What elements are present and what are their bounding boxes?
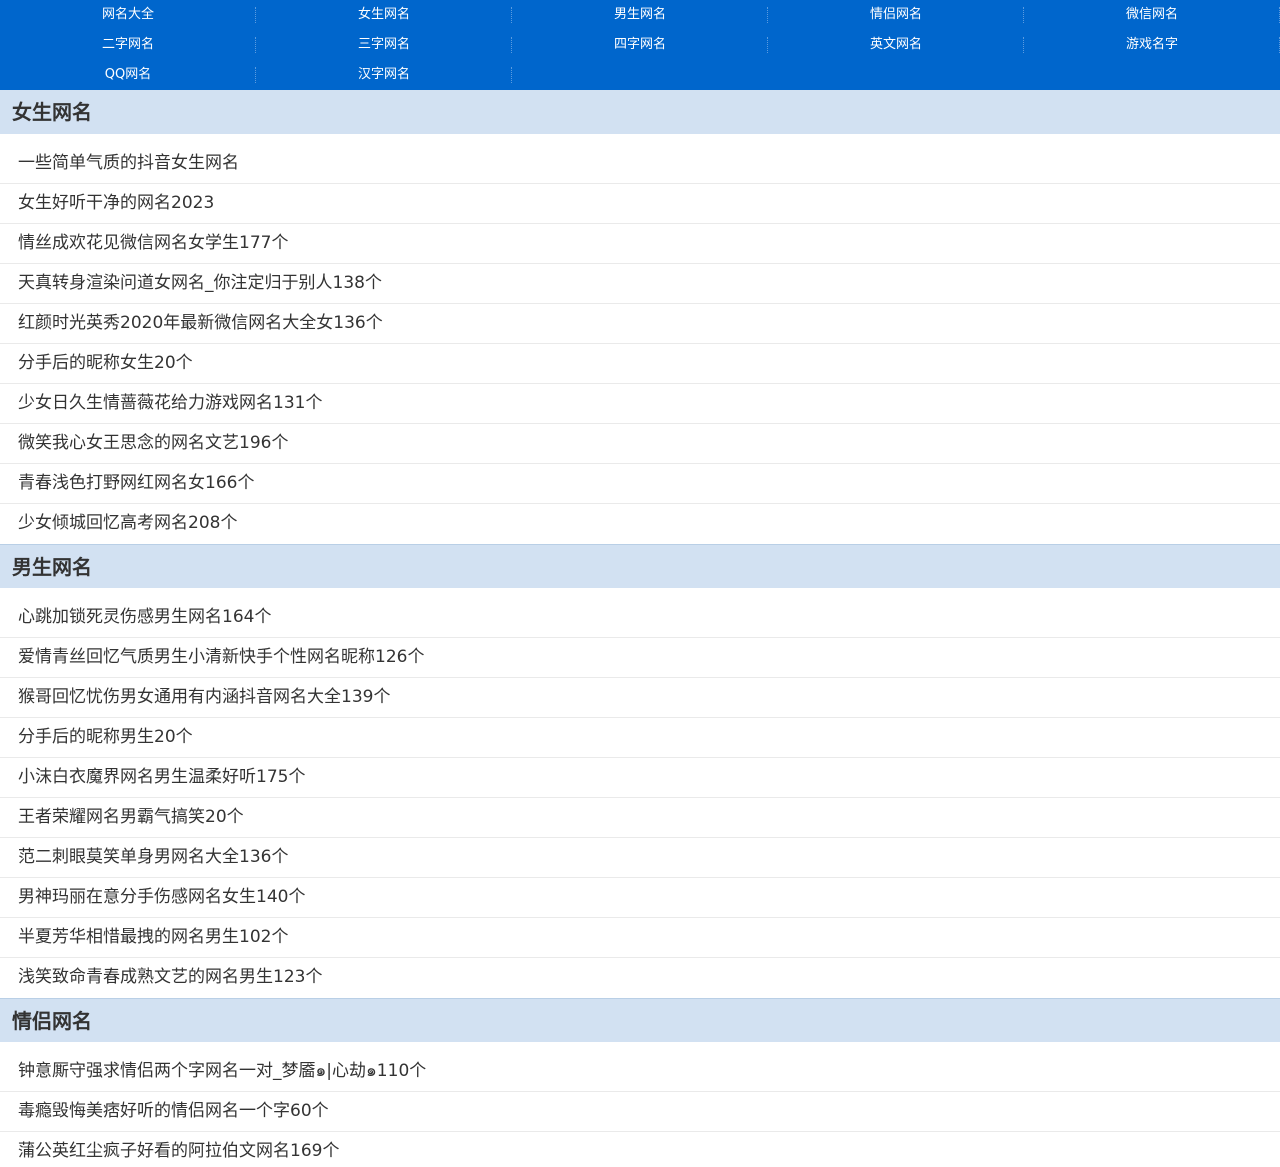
list-item[interactable]: 浅笑致命青春成熟文艺的网名男生123个 bbox=[0, 958, 1280, 998]
list-item[interactable]: 小沫白衣魔界网名男生温柔好听175个 bbox=[0, 758, 1280, 798]
section-title: 女生网名 bbox=[0, 90, 1280, 134]
list-item[interactable]: 爱情青丝回忆气质男生小清新快手个性网名昵称126个 bbox=[0, 638, 1280, 678]
nav-row: 二字网名 三字网名 四字网名 英文网名 游戏名字 bbox=[0, 30, 1280, 60]
top-navigation: 网名大全 女生网名 男生网名 情侣网名 微信网名 二字网名 三字网名 四字网名 … bbox=[0, 0, 1280, 90]
nav-link-sizi[interactable]: 四字网名 bbox=[512, 30, 768, 60]
section-nvsheng: 女生网名 一些简单气质的抖音女生网名 女生好听干净的网名2023 情丝成欢花见微… bbox=[0, 90, 1280, 544]
list-item[interactable]: 分手后的昵称男生20个 bbox=[0, 718, 1280, 758]
section-nansheng: 男生网名 心跳加锁死灵伤感男生网名164个 爱情青丝回忆气质男生小清新快手个性网… bbox=[0, 544, 1280, 998]
nav-link-qq[interactable]: QQ网名 bbox=[0, 60, 256, 90]
list-item[interactable]: 天真转身渲染问道女网名_你注定归于别人138个 bbox=[0, 264, 1280, 304]
list-item[interactable]: 微笑我心女王思念的网名文艺196个 bbox=[0, 424, 1280, 464]
nav-link-erzi[interactable]: 二字网名 bbox=[0, 30, 256, 60]
article-list: 一些简单气质的抖音女生网名 女生好听干净的网名2023 情丝成欢花见微信网名女学… bbox=[0, 134, 1280, 544]
nav-link-youxi[interactable]: 游戏名字 bbox=[1024, 30, 1280, 60]
list-item[interactable]: 红颜时光英秀2020年最新微信网名大全女136个 bbox=[0, 304, 1280, 344]
list-item[interactable]: 范二刺眼莫笑单身男网名大全136个 bbox=[0, 838, 1280, 878]
nav-link-weixin[interactable]: 微信网名 bbox=[1024, 0, 1280, 30]
nav-link-nansheng[interactable]: 男生网名 bbox=[512, 0, 768, 30]
list-item[interactable]: 情丝成欢花见微信网名女学生177个 bbox=[0, 224, 1280, 264]
section-title: 情侣网名 bbox=[0, 998, 1280, 1042]
list-item[interactable]: 钟意厮守强求情侣两个字网名一对_梦靥๑|心劫๑110个 bbox=[0, 1052, 1280, 1092]
list-item[interactable]: 男神玛丽在意分手伤感网名女生140个 bbox=[0, 878, 1280, 918]
list-item[interactable]: 一些简单气质的抖音女生网名 bbox=[0, 144, 1280, 184]
list-item[interactable]: 毒瘾毁悔美痞好听的情侣网名一个字60个 bbox=[0, 1092, 1280, 1132]
nav-link-hanzi[interactable]: 汉字网名 bbox=[256, 60, 512, 90]
list-item[interactable]: 分手后的昵称女生20个 bbox=[0, 344, 1280, 384]
nav-link-yingwen[interactable]: 英文网名 bbox=[768, 30, 1024, 60]
nav-link-qinglv[interactable]: 情侣网名 bbox=[768, 0, 1024, 30]
list-item[interactable]: 女生好听干净的网名2023 bbox=[0, 184, 1280, 224]
list-item[interactable]: 少女日久生情蔷薇花给力游戏网名131个 bbox=[0, 384, 1280, 424]
nav-link-nvsheng[interactable]: 女生网名 bbox=[256, 0, 512, 30]
list-item[interactable]: 蒲公英红尘疯子好看的阿拉伯文网名169个 bbox=[0, 1132, 1280, 1167]
section-title: 男生网名 bbox=[0, 544, 1280, 588]
list-item[interactable]: 王者荣耀网名男霸气搞笑20个 bbox=[0, 798, 1280, 838]
nav-link-sanzi[interactable]: 三字网名 bbox=[256, 30, 512, 60]
list-item[interactable]: 猴哥回忆忧伤男女通用有内涵抖音网名大全139个 bbox=[0, 678, 1280, 718]
article-list: 钟意厮守强求情侣两个字网名一对_梦靥๑|心劫๑110个 毒瘾毁悔美痞好听的情侣网… bbox=[0, 1042, 1280, 1167]
nav-link-wangming-daquan[interactable]: 网名大全 bbox=[0, 0, 256, 30]
list-item[interactable]: 青春浅色打野网红网名女166个 bbox=[0, 464, 1280, 504]
list-item[interactable]: 半夏芳华相惜最拽的网名男生102个 bbox=[0, 918, 1280, 958]
article-list: 心跳加锁死灵伤感男生网名164个 爱情青丝回忆气质男生小清新快手个性网名昵称12… bbox=[0, 588, 1280, 998]
section-qinglv: 情侣网名 钟意厮守强求情侣两个字网名一对_梦靥๑|心劫๑110个 毒瘾毁悔美痞好… bbox=[0, 998, 1280, 1167]
nav-row: QQ网名 汉字网名 bbox=[0, 60, 1280, 90]
list-item[interactable]: 心跳加锁死灵伤感男生网名164个 bbox=[0, 598, 1280, 638]
nav-row: 网名大全 女生网名 男生网名 情侣网名 微信网名 bbox=[0, 0, 1280, 30]
list-item[interactable]: 少女倾城回忆高考网名208个 bbox=[0, 504, 1280, 544]
